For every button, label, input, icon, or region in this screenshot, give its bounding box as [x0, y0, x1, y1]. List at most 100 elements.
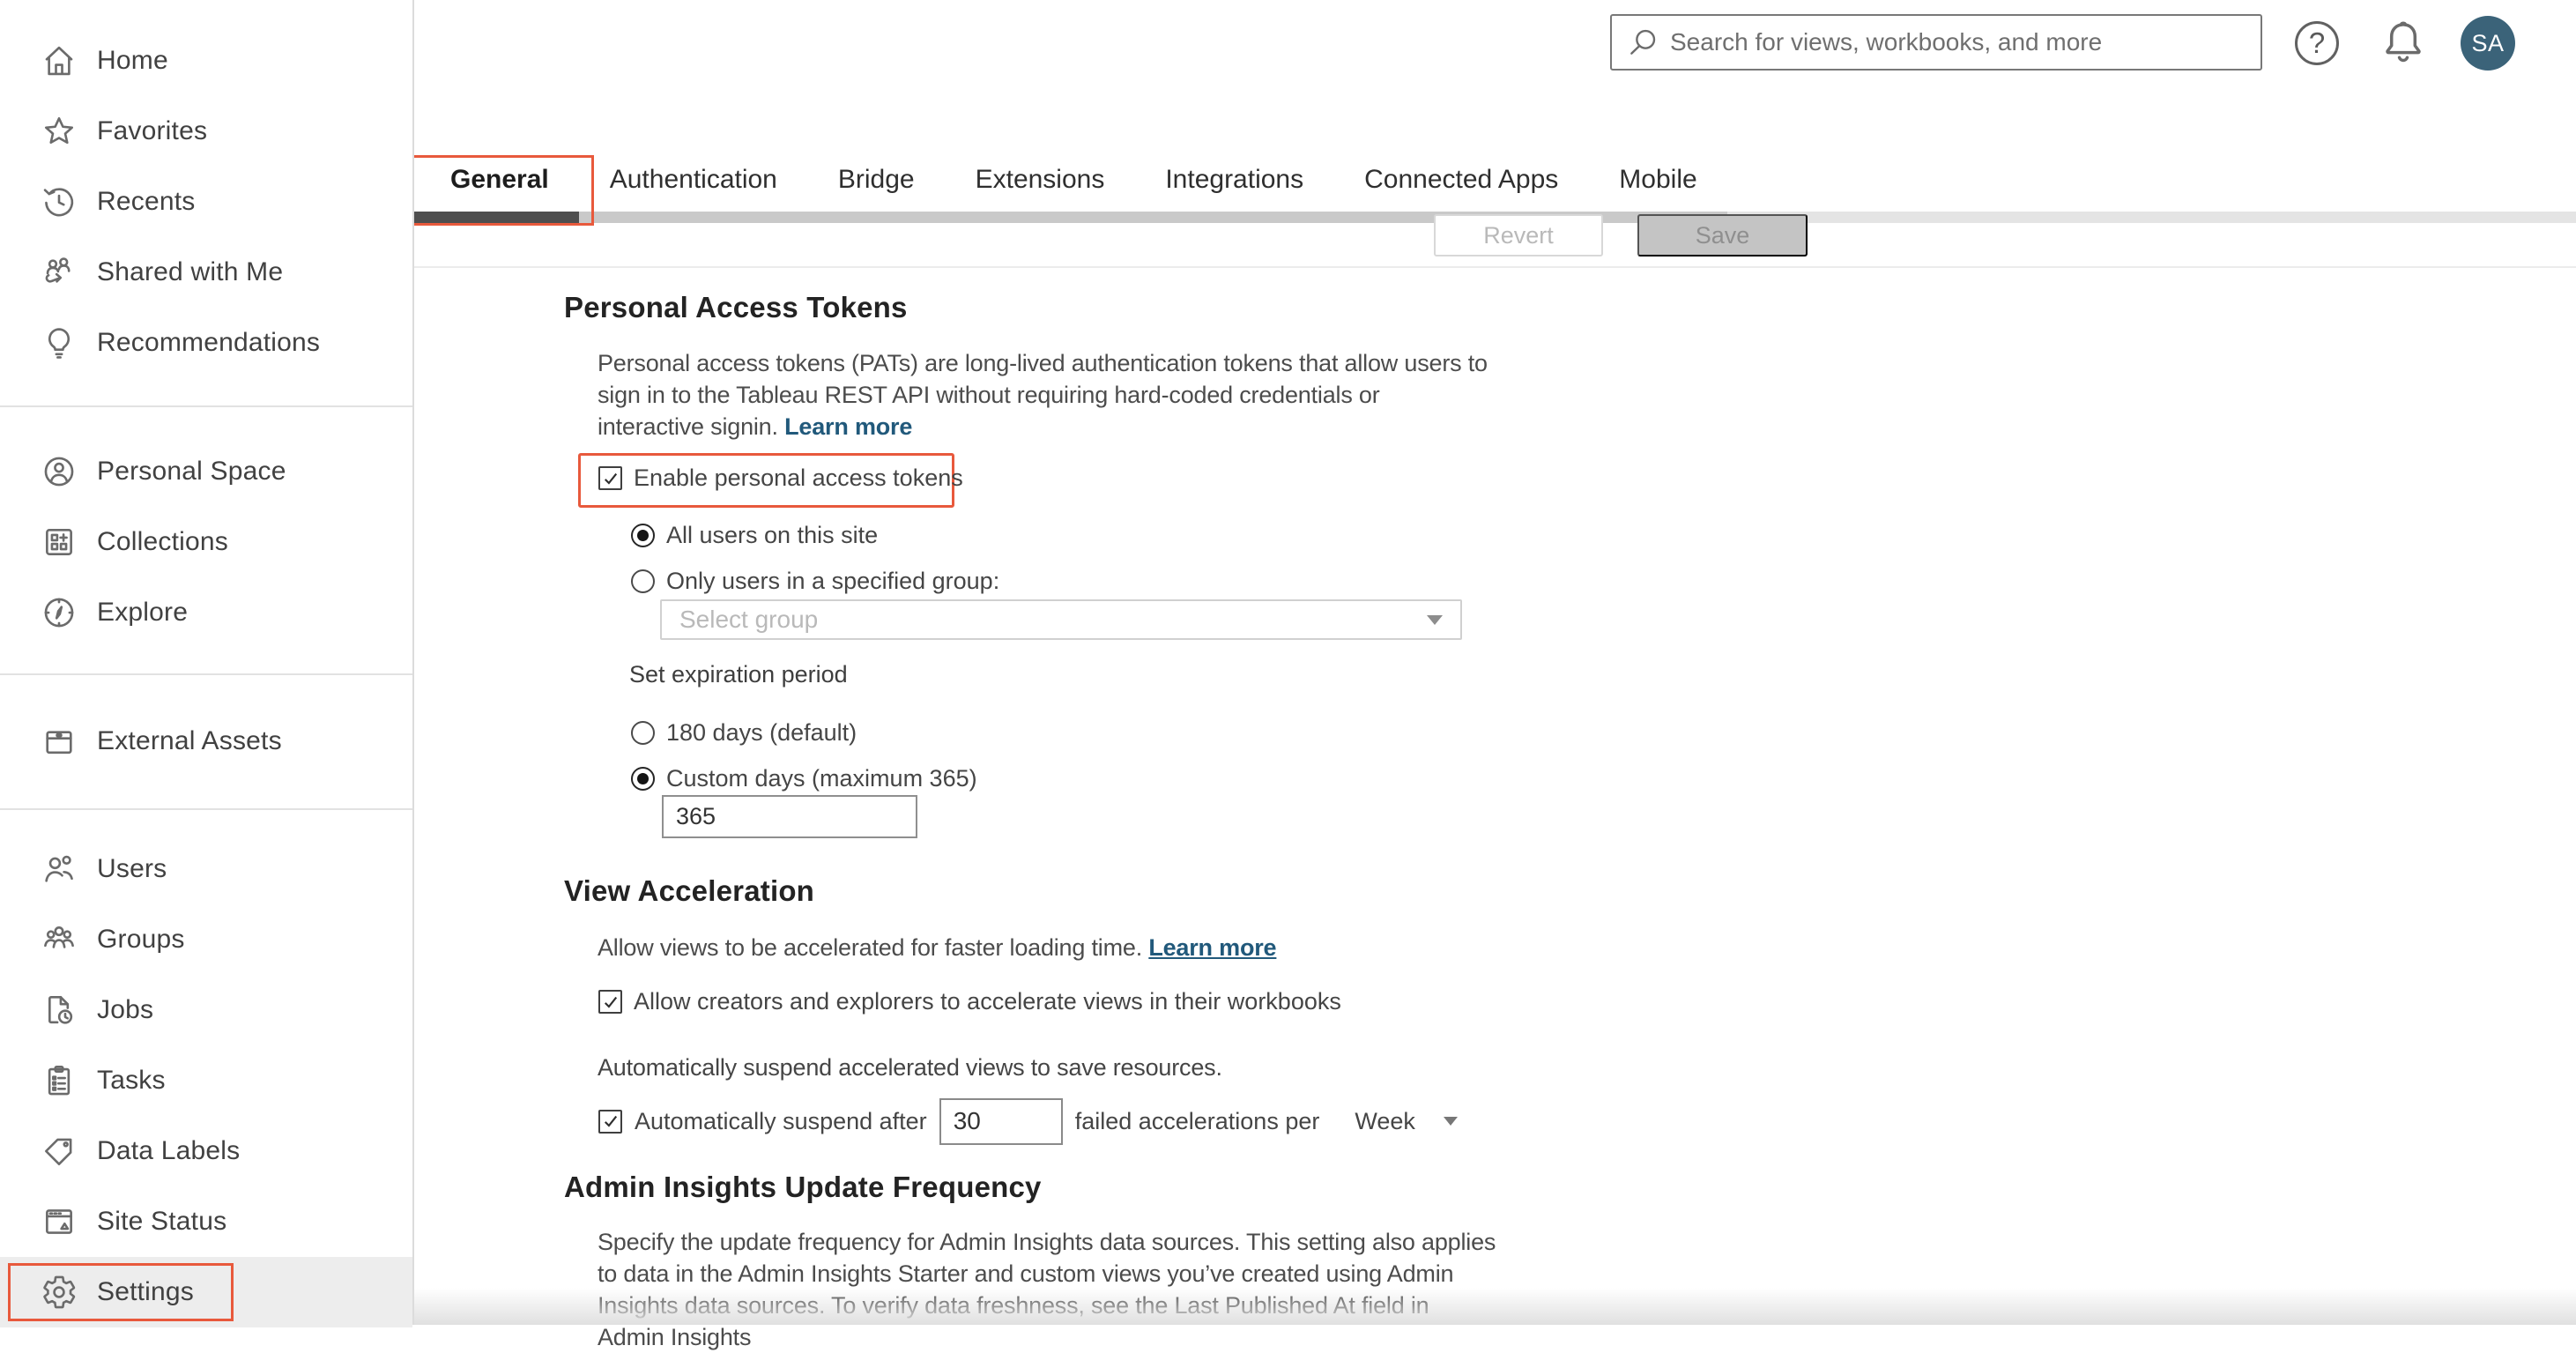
- sidebar-item-groups[interactable]: Groups: [0, 904, 412, 975]
- sidebar-item-favorites[interactable]: Favorites: [0, 96, 412, 167]
- sidebar-item-label: Users: [97, 854, 167, 883]
- header-divider: [414, 266, 2576, 268]
- sidebar-item-label: Recommendations: [97, 328, 321, 357]
- tab-connected-apps[interactable]: Connected Apps: [1364, 165, 1558, 195]
- tab-bridge[interactable]: Bridge: [838, 165, 915, 195]
- sidebar-item-label: External Assets: [97, 726, 282, 755]
- tab-track-light: [1727, 212, 2576, 223]
- groups-icon: [41, 921, 78, 958]
- person-circle-icon: [41, 453, 78, 490]
- settings-tabs: General Authentication Bridge Extensions…: [450, 148, 1697, 212]
- allow-accelerate-label: Allow creators and explorers to accelera…: [634, 988, 1341, 1015]
- settings-content: General Authentication Bridge Extensions…: [412, 0, 2576, 1350]
- compass-icon: [41, 594, 78, 631]
- admin-insights-description: Specify the update frequency for Admin I…: [598, 1229, 1496, 1350]
- select-group-placeholder: Select group: [679, 606, 819, 633]
- sidebar-group-admin: Users Groups Jobs Tasks Data Labels Site…: [0, 834, 412, 1327]
- custom-days-radio[interactable]: [631, 767, 655, 791]
- sidebar-item-site-status[interactable]: Site Status: [0, 1186, 412, 1257]
- sidebar-item-label: Site Status: [97, 1207, 227, 1236]
- custom-days-label: Custom days (maximum 365): [666, 765, 977, 792]
- tab-general[interactable]: General: [450, 165, 549, 195]
- search-icon: [1630, 29, 1656, 55]
- sidebar-item-label: Favorites: [97, 116, 208, 145]
- accel-learn-more-link[interactable]: Learn more: [1148, 934, 1276, 961]
- sidebar-item-external-assets[interactable]: External Assets: [0, 706, 412, 777]
- pat-heading: Personal Access Tokens: [564, 291, 908, 323]
- sidebar-item-label: Home: [97, 46, 168, 75]
- gear-icon: [41, 1274, 78, 1311]
- days-180-radio-row: 180 days (default): [631, 719, 857, 747]
- dropdown-caret-icon: [1427, 614, 1443, 625]
- expiration-period-label: Set expiration period: [629, 661, 848, 688]
- admin-insights-heading: Admin Insights Update Frequency: [564, 1171, 1042, 1203]
- auto-suspend-before-label: Automatically suspend after: [635, 1107, 927, 1134]
- sidebar-item-shared-with-me[interactable]: Shared with Me: [0, 237, 412, 308]
- days-180-radio[interactable]: [631, 721, 655, 745]
- specified-group-radio[interactable]: [631, 569, 655, 593]
- view-acceleration-heading: View Acceleration: [564, 874, 815, 907]
- enable-pat-row: Enable personal access tokens: [598, 465, 963, 492]
- history-clock-icon: [41, 183, 78, 220]
- all-users-radio-row: All users on this site: [631, 522, 878, 549]
- search-input[interactable]: [1670, 28, 2260, 56]
- sidebar-item-recents[interactable]: Recents: [0, 167, 412, 237]
- tab-integrations[interactable]: Integrations: [1165, 165, 1303, 195]
- document-clock-icon: [41, 992, 78, 1029]
- tab-mobile[interactable]: Mobile: [1619, 165, 1696, 195]
- sidebar-item-label: Tasks: [97, 1066, 166, 1095]
- sidebar-item-personal-space[interactable]: Personal Space: [0, 436, 412, 507]
- drawer-box-icon: [41, 723, 78, 760]
- lightbulb-icon: [41, 324, 78, 361]
- sidebar-item-collections[interactable]: Collections: [0, 507, 412, 577]
- sidebar-item-label: Data Labels: [97, 1136, 241, 1165]
- auto-suspend-checkbox[interactable]: [598, 1109, 622, 1134]
- revert-button[interactable]: Revert: [1434, 214, 1603, 256]
- specified-group-label: Only users in a specified group:: [666, 568, 1000, 594]
- period-caret-icon[interactable]: [1443, 1117, 1458, 1126]
- sidebar-item-label: Recents: [97, 187, 196, 216]
- pat-description: Personal access tokens (PATs) are long-l…: [598, 347, 1488, 442]
- shared-with-me-icon: [41, 254, 78, 291]
- clipboard-list-icon: [41, 1062, 78, 1099]
- allow-accelerate-checkbox[interactable]: [598, 990, 622, 1014]
- sidebar-divider: [0, 808, 412, 810]
- sidebar-item-data-labels[interactable]: Data Labels: [0, 1116, 412, 1186]
- all-users-radio[interactable]: [631, 524, 655, 547]
- sidebar-item-users[interactable]: Users: [0, 834, 412, 904]
- enable-pat-checkbox[interactable]: [598, 466, 622, 490]
- tab-authentication[interactable]: Authentication: [610, 165, 777, 195]
- sidebar-item-tasks[interactable]: Tasks: [0, 1045, 412, 1116]
- active-tab-indicator: [414, 212, 579, 223]
- sidebar-item-explore[interactable]: Explore: [0, 577, 412, 648]
- auto-suspend-row: Automatically suspend after failed accel…: [598, 1095, 1458, 1148]
- select-group-dropdown[interactable]: Select group: [660, 599, 1462, 640]
- tag-icon: [41, 1133, 78, 1170]
- tab-extensions[interactable]: Extensions: [976, 165, 1105, 195]
- auto-suspend-after-label: failed accelerations per: [1074, 1107, 1320, 1134]
- suspend-description: Automatically suspend accelerated views …: [598, 1054, 1222, 1081]
- sidebar-item-jobs[interactable]: Jobs: [0, 975, 412, 1045]
- pat-learn-more-link[interactable]: Learn more: [784, 413, 912, 440]
- sidebar-divider: [0, 405, 412, 407]
- failed-accelerations-input[interactable]: [939, 1097, 1063, 1145]
- status-window-icon: [41, 1203, 78, 1240]
- sidebar: Home Favorites Recents Shared with Me Re…: [0, 0, 414, 1327]
- sidebar-item-home[interactable]: Home: [0, 26, 412, 96]
- sidebar-item-label: Personal Space: [97, 457, 286, 486]
- suspend-period-value[interactable]: Week: [1355, 1108, 1415, 1135]
- save-button[interactable]: Save: [1637, 214, 1808, 256]
- enable-pat-label: Enable personal access tokens: [634, 465, 963, 491]
- sidebar-divider: [0, 673, 412, 675]
- custom-days-input[interactable]: [662, 795, 917, 838]
- collections-grid-icon: [41, 524, 78, 561]
- sidebar-item-label: Explore: [97, 598, 189, 627]
- sidebar-item-label: Groups: [97, 925, 185, 954]
- tableau-site-settings-page: Home Favorites Recents Shared with Me Re…: [0, 0, 2576, 1350]
- days-180-label: 180 days (default): [666, 719, 857, 746]
- custom-days-radio-row: Custom days (maximum 365): [631, 765, 977, 792]
- sidebar-item-settings[interactable]: Settings: [0, 1257, 412, 1327]
- sidebar-item-recommendations[interactable]: Recommendations: [0, 308, 412, 378]
- home-icon: [41, 42, 78, 79]
- sidebar-item-label: Shared with Me: [97, 257, 284, 286]
